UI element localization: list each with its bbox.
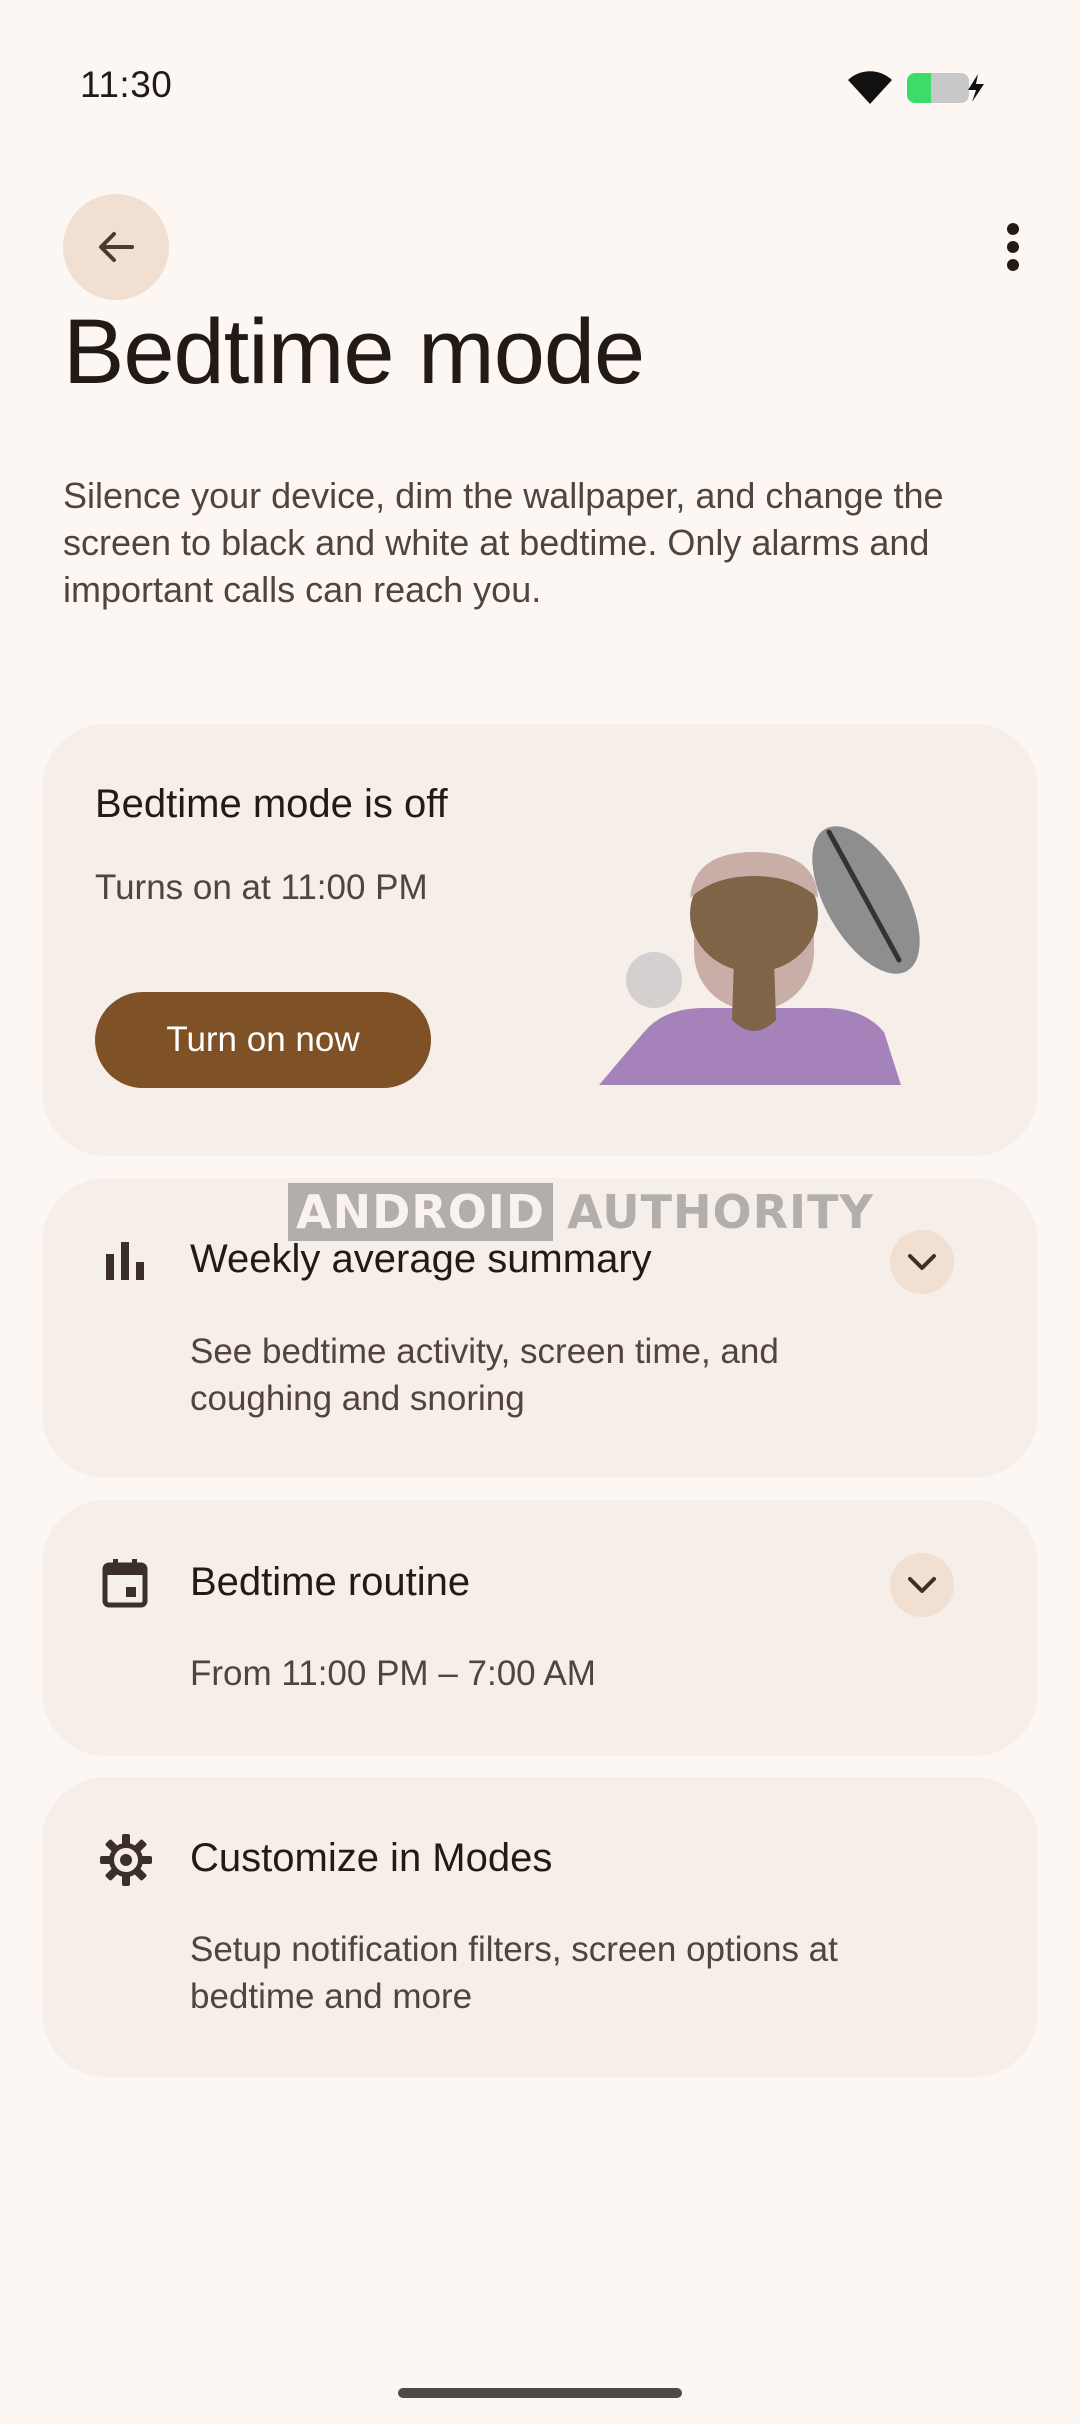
customize-modes-title: Customize in Modes	[190, 1836, 553, 1880]
watermark-text-1: ANDROID	[288, 1183, 554, 1241]
page-description: Silence your device, dim the wallpaper, …	[63, 475, 944, 610]
bedtime-routine-description: From 11:00 PM – 7:00 AM	[190, 1654, 596, 1693]
watermark-text-2: AUTHORITY	[567, 1185, 874, 1239]
more-vert-icon	[1007, 223, 1019, 271]
calendar-icon	[102, 1559, 148, 1608]
bedtime-illustration	[599, 826, 920, 1085]
weekly-summary-description: See bedtime activity, screen time, and c…	[190, 1332, 779, 1418]
gear-icon	[100, 1834, 152, 1886]
wifi-icon	[848, 71, 892, 104]
watermark: ANDROID AUTHORITY	[268, 1152, 873, 1272]
turn-on-now-button[interactable]: Turn on now	[95, 992, 431, 1088]
weekly-expand-button[interactable]	[890, 1230, 954, 1294]
chevron-down-icon	[908, 1254, 936, 1270]
bedtime-status-title: Bedtime mode is off	[95, 782, 448, 826]
bar-chart-icon	[106, 1242, 144, 1280]
bedtime-routine-card[interactable]	[42, 1500, 1038, 1756]
bedtime-status-subtitle: Turns on at 11:00 PM	[95, 868, 428, 907]
arrow-back-icon	[99, 232, 134, 262]
chevron-down-icon	[908, 1577, 936, 1593]
back-button[interactable]	[63, 194, 169, 300]
home-indicator[interactable]	[398, 2388, 682, 2398]
status-time: 11:30	[80, 64, 173, 105]
bedtime-routine-title: Bedtime routine	[190, 1560, 471, 1604]
battery-charging-icon	[907, 73, 984, 103]
customize-modes-description: Setup notification filters, screen optio…	[190, 1930, 838, 2016]
more-options-button[interactable]	[988, 212, 1038, 282]
page-title: Bedtime mode	[63, 301, 645, 403]
routine-expand-button[interactable]	[890, 1553, 954, 1617]
